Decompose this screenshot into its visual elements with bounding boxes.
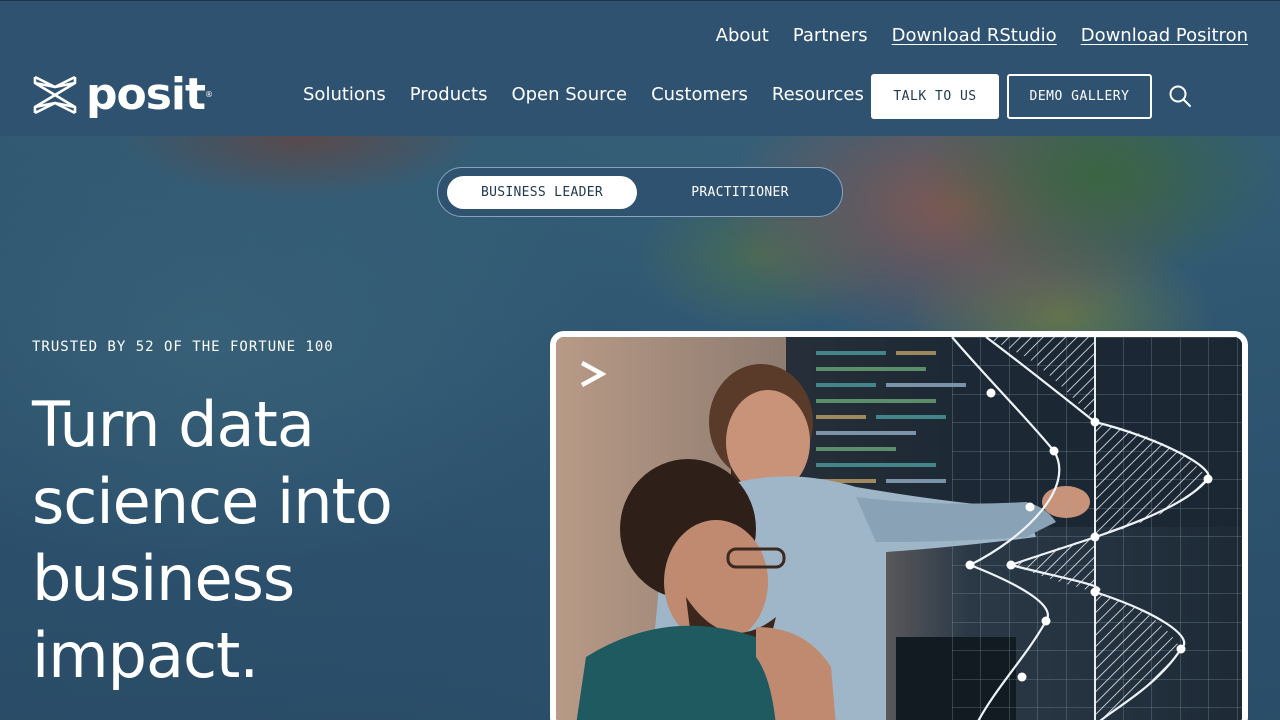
about-link[interactable]: About	[716, 25, 769, 46]
chevron-right-icon	[580, 361, 606, 387]
main-nav: Solutions Products Open Source Customers…	[303, 84, 864, 105]
download-rstudio-link[interactable]: Download RStudio	[892, 25, 1057, 46]
download-positron-link[interactable]: Download Positron	[1081, 25, 1248, 46]
toggle-business-leader[interactable]: BUSINESS LEADER	[447, 176, 637, 209]
utility-nav: About Partners Download RStudio Download…	[716, 25, 1248, 46]
hero-section: BUSINESS LEADER PRACTITIONER TRUSTED BY …	[0, 136, 1280, 720]
hero-illustration	[556, 337, 1242, 720]
partners-link[interactable]: Partners	[793, 25, 868, 46]
nav-customers[interactable]: Customers	[651, 84, 748, 105]
toggle-practitioner[interactable]: PRACTITIONER	[648, 176, 832, 209]
nav-resources[interactable]: Resources	[772, 84, 864, 105]
hero-eyebrow: TRUSTED BY 52 OF THE FORTUNE 100	[32, 339, 334, 355]
brand-wordmark: posit®	[86, 69, 213, 120]
hero-media-card[interactable]	[550, 331, 1248, 720]
nav-products[interactable]: Products	[410, 84, 488, 105]
posit-mark-icon	[33, 75, 77, 115]
hero-headline: Turn data science into business impact.	[32, 386, 492, 694]
headline-line: impact.	[32, 619, 259, 692]
nav-open-source[interactable]: Open Source	[511, 84, 627, 105]
headline-line: Turn data	[32, 388, 315, 461]
posit-logo[interactable]: posit®	[32, 69, 213, 120]
talk-to-us-button[interactable]: TALK TO US	[871, 74, 999, 119]
headline-line: business	[32, 542, 295, 615]
search-icon	[1169, 85, 1191, 107]
nav-solutions[interactable]: Solutions	[303, 84, 386, 105]
site-header: About Partners Download RStudio Download…	[0, 0, 1280, 136]
headline-line: science into	[32, 465, 393, 538]
audience-toggle: BUSINESS LEADER PRACTITIONER	[437, 167, 843, 217]
search-button[interactable]	[1168, 84, 1192, 108]
demo-gallery-button[interactable]: DEMO GALLERY	[1007, 74, 1152, 119]
